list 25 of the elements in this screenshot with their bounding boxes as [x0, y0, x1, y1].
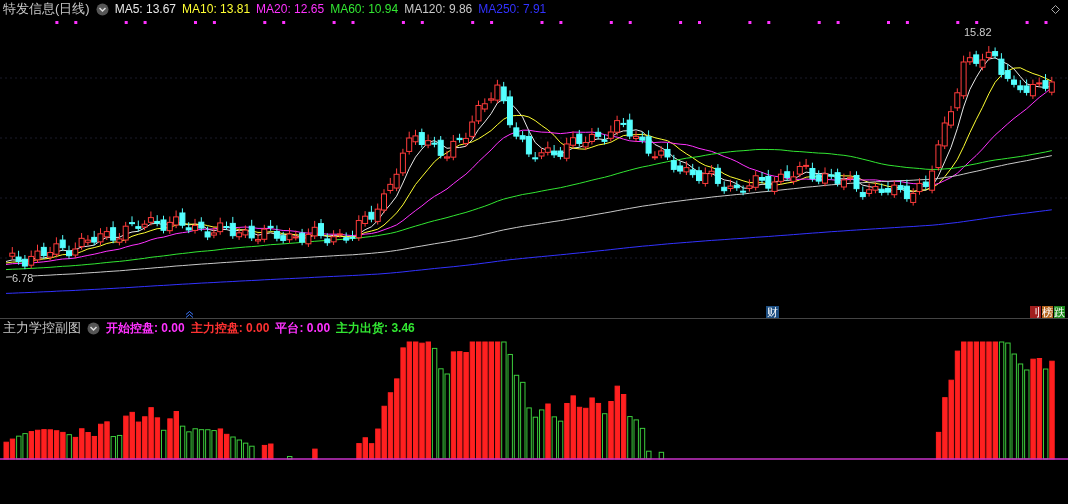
ranking-badge: 榜: [1042, 306, 1053, 318]
histogram-bar: [312, 448, 318, 460]
legend-value: 主力控盘: 0.00: [190, 320, 270, 337]
high-price-label: 15.82: [964, 26, 992, 38]
legend-value: MA5: 13.67: [114, 1, 177, 18]
double-caret-icon: [185, 311, 194, 318]
ranking-badge: 跌: [1054, 306, 1065, 318]
panel-title: 主力学控副图: [3, 319, 81, 337]
diamond-icon[interactable]: [1051, 4, 1060, 14]
event-marker: 财: [766, 306, 779, 318]
legend-value: 主力出货: 3.46: [336, 320, 415, 337]
panel-title: 特发信息(日线): [3, 0, 90, 18]
histogram-bar: [287, 456, 293, 460]
collapse-toggle-icon[interactable]: [87, 321, 100, 335]
ranking-badge: 刂: [1030, 306, 1041, 318]
legend-value: 平台: 0.00: [275, 320, 331, 337]
legend-value: MA60: 10.94: [330, 1, 399, 18]
legend-value: MA20: 12.65: [256, 1, 325, 18]
low-price-label: 6.78: [12, 272, 34, 284]
legend-value: 开始控盘: 0.00: [106, 320, 185, 337]
histogram-bar: [658, 451, 665, 460]
legend-value: MA250: 7.91: [478, 1, 547, 18]
legend-value: MA10: 13.81: [182, 1, 251, 18]
legend-value: MA120: 9.86: [404, 1, 473, 18]
collapse-toggle-icon[interactable]: [95, 2, 109, 16]
